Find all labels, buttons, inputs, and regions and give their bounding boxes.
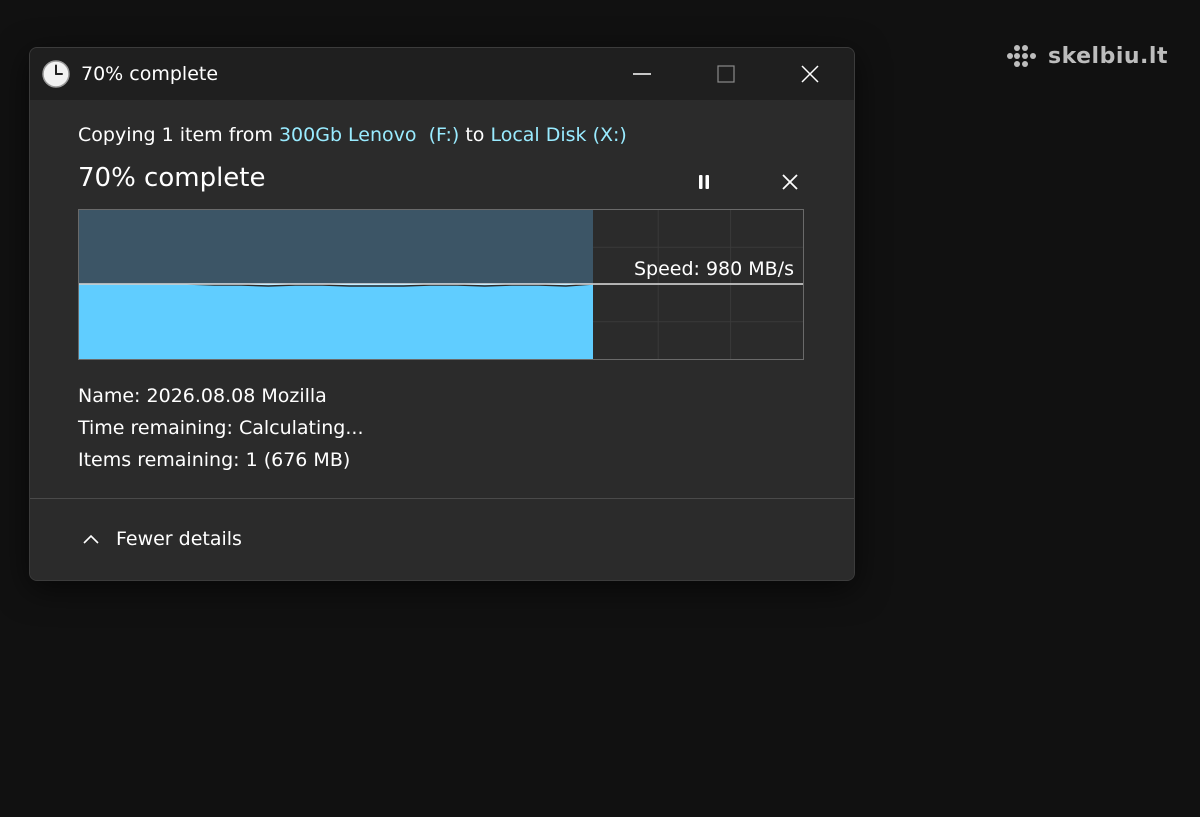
speed-label: Speed: 980 MB/s [634,258,794,280]
name-label: Name: [78,385,141,407]
fewer-details-button[interactable]: Fewer details [82,523,242,555]
progress-status: 70% complete [78,163,266,193]
close-window-button[interactable] [768,48,852,100]
time-remaining-label: Time remaining: [78,417,233,439]
graph-elapsed-area [79,210,593,284]
pause-button[interactable] [688,166,720,198]
pause-icon [699,175,709,189]
watermark-logo: skelbiu.lt [1006,43,1168,69]
items-remaining-label: Items remaining: [78,449,240,471]
watermark-text: skelbiu.lt [1048,43,1168,69]
copy-description: Copying 1 item from 300Gb Lenovo (F:) to… [78,123,627,147]
source-location-link[interactable]: 300Gb Lenovo (F:) [279,124,459,146]
cancel-copy-button[interactable] [774,166,806,198]
detail-time-row: Time remaining: Calculating... [78,412,364,444]
minimize-icon [633,73,651,75]
window-title: 70% complete [81,63,219,85]
dialog-footer: Fewer details [30,499,854,580]
copy-prefix: Copying 1 item from [78,124,279,146]
fewer-details-label: Fewer details [116,528,242,550]
details-panel: Name: 2026.08.08 Mozilla Time remaining:… [78,380,364,476]
close-icon [782,174,798,190]
copy-middle: to [459,124,491,146]
maximize-icon [717,65,735,83]
speed-graph: Speed: 980 MB/s [78,209,804,360]
detail-items-row: Items remaining: 1 (676 MB) [78,444,364,476]
name-value: 2026.08.08 Mozilla [146,385,327,407]
close-icon [801,65,819,83]
clock-icon [41,59,71,93]
title-bar[interactable]: 70% complete [30,48,854,100]
items-remaining-value: 1 (676 MB) [245,449,351,471]
detail-name-row: Name: 2026.08.08 Mozilla [78,380,364,412]
destination-location-link[interactable]: Local Disk (X:) [490,124,626,146]
graph-progress-fill [79,284,593,359]
dots-logo-icon [1007,45,1036,67]
maximize-button[interactable] [684,48,768,100]
time-remaining-value: Calculating... [238,417,364,439]
minimize-button[interactable] [600,48,684,100]
chevron-up-icon [83,534,99,544]
copy-progress-dialog: 70% complete Copying 1 item from 300Gb L… [29,47,855,581]
